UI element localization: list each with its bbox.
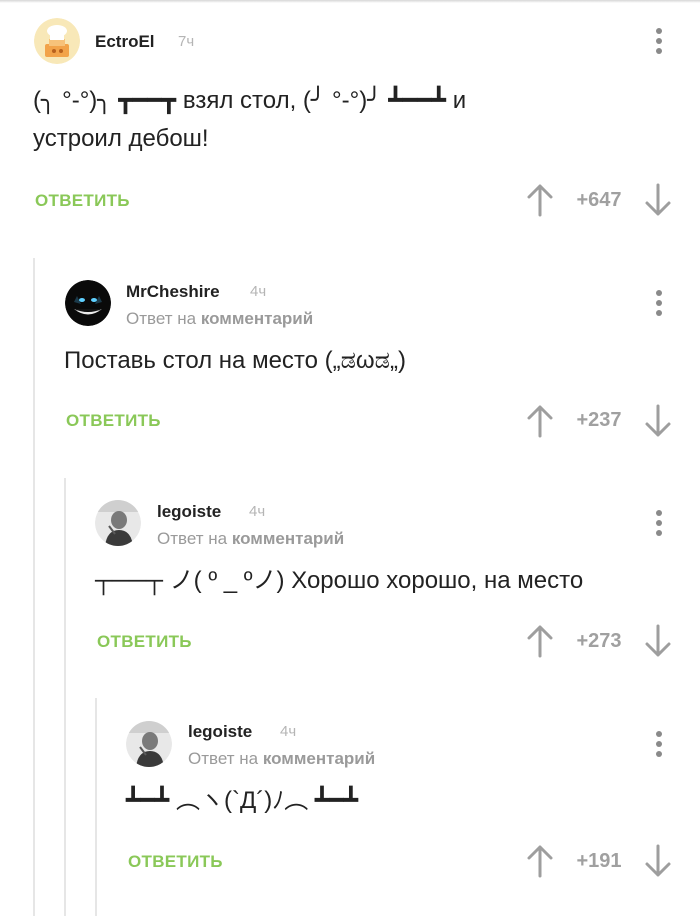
reply-prefix: Ответ на xyxy=(157,529,228,548)
reply-prefix: Ответ на xyxy=(188,749,259,768)
username[interactable]: EctroEl xyxy=(95,32,155,52)
user-avatar[interactable] xyxy=(65,280,111,326)
reply-meta: Ответ на комментарий xyxy=(126,309,313,329)
reply-button[interactable]: ОТВЕТИТЬ xyxy=(66,411,161,431)
arrow-up-icon[interactable] xyxy=(522,623,558,659)
rating-value: +273 xyxy=(576,630,622,652)
reply-button[interactable]: ОТВЕТИТЬ xyxy=(35,191,130,211)
arrow-down-icon[interactable] xyxy=(640,403,676,439)
reply-target-link[interactable]: комментарий xyxy=(201,309,313,328)
user-avatar[interactable] xyxy=(126,721,172,767)
reply-meta: Ответ на комментарий xyxy=(157,529,344,549)
comment-text: (╮ °-°)╮ ┳━━┳ взял стол, (╯ °-°)╯ ┻━━┻ и… xyxy=(33,87,467,152)
username[interactable]: MrCheshire xyxy=(126,282,220,302)
rating-value: +191 xyxy=(576,850,622,872)
reply-target-link[interactable]: комментарий xyxy=(232,529,344,548)
top-divider xyxy=(0,0,700,3)
reply-target-link[interactable]: комментарий xyxy=(263,749,375,768)
arrow-up-icon[interactable] xyxy=(522,403,558,439)
rating-value: +647 xyxy=(576,189,622,211)
user-avatar[interactable] xyxy=(95,500,141,546)
more-vertical-icon[interactable] xyxy=(649,288,669,318)
user-avatar[interactable] xyxy=(34,18,80,64)
comments-page: EctroEl 7ч (╮ °-°)╮ ┳━━┳ взял стол, (╯ °… xyxy=(0,0,700,916)
arrow-down-icon[interactable] xyxy=(640,182,676,218)
more-vertical-icon[interactable] xyxy=(649,508,669,538)
arrow-up-icon[interactable] xyxy=(522,182,558,218)
thread-line-level-2 xyxy=(64,478,66,916)
timestamp: 7ч xyxy=(178,33,195,50)
comment-text: ┬──┬ ノ( º _ ºノ) Хорошо хорошо, на место xyxy=(95,567,584,594)
reply-button[interactable]: ОТВЕТИТЬ xyxy=(128,852,223,872)
timestamp: 4ч xyxy=(249,503,266,520)
username[interactable]: legoiste xyxy=(157,502,221,522)
username[interactable]: legoiste xyxy=(188,722,252,742)
arrow-up-icon[interactable] xyxy=(522,843,558,879)
reply-prefix: Ответ на xyxy=(126,309,197,328)
timestamp: 4ч xyxy=(250,283,267,300)
comment-text: Поставь стол на место („ಡωಡ„) xyxy=(64,347,406,374)
rating-value: +237 xyxy=(576,409,622,431)
thread-line-level-3 xyxy=(95,698,97,916)
more-vertical-icon[interactable] xyxy=(649,729,669,759)
timestamp: 4ч xyxy=(280,723,297,740)
reply-meta: Ответ на комментарий xyxy=(188,749,375,769)
thread-line-level-1 xyxy=(33,258,35,916)
reply-button[interactable]: ОТВЕТИТЬ xyxy=(97,632,192,652)
more-vertical-icon[interactable] xyxy=(649,26,669,56)
comment-text: ┻━┻ ︵ヽ(`Д´)ﾉ︵ ┻━┻ xyxy=(126,787,359,814)
arrow-down-icon[interactable] xyxy=(640,623,676,659)
arrow-down-icon[interactable] xyxy=(640,843,676,879)
